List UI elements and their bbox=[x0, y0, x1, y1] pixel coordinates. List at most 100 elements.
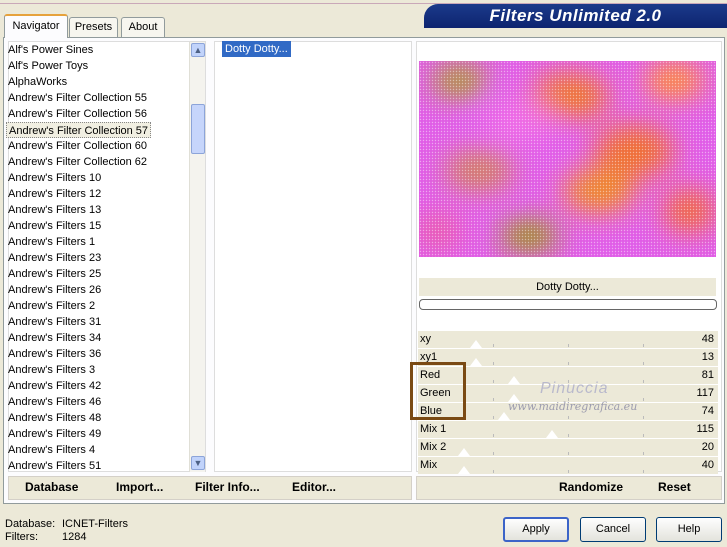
param-value: 40 bbox=[701, 459, 714, 471]
slider-tick bbox=[643, 416, 644, 419]
slider-knob[interactable] bbox=[458, 466, 470, 474]
param-slider[interactable]: Mix 40 bbox=[418, 457, 718, 474]
category-item[interactable]: Andrew's Filter Collection 56 bbox=[8, 106, 147, 122]
slider-tick bbox=[643, 362, 644, 365]
category-item[interactable]: Alf's Power Toys bbox=[8, 58, 88, 74]
category-item[interactable]: Andrew's Filter Collection 55 bbox=[8, 90, 147, 106]
param-slider[interactable]: Mix 1 115 bbox=[418, 421, 718, 438]
category-item[interactable]: AlphaWorks bbox=[8, 74, 67, 90]
param-slider[interactable]: xy 48 bbox=[418, 331, 718, 348]
category-item[interactable]: Andrew's Filters 4 bbox=[8, 442, 95, 458]
param-value: 74 bbox=[701, 405, 714, 417]
category-item[interactable]: Andrew's Filters 1 bbox=[8, 234, 95, 250]
database-button[interactable]: Database bbox=[25, 480, 78, 494]
slider-tick bbox=[493, 362, 494, 365]
category-item[interactable]: Andrew's Filters 10 bbox=[8, 170, 101, 186]
watermark-name: Pinuccia bbox=[540, 380, 609, 397]
slider-knob[interactable] bbox=[508, 376, 520, 384]
import-button[interactable]: Import... bbox=[116, 480, 163, 494]
category-item[interactable]: Andrew's Filters 2 bbox=[8, 298, 95, 314]
cancel-button[interactable]: Cancel bbox=[580, 517, 646, 542]
slider-tick bbox=[643, 398, 644, 401]
slider-tick bbox=[493, 416, 494, 419]
category-item[interactable]: Andrew's Filters 42 bbox=[8, 378, 101, 394]
category-item[interactable]: Andrew's Filters 36 bbox=[8, 346, 101, 362]
param-label: Mix 1 bbox=[420, 423, 447, 435]
category-scrollbar[interactable]: ▲ ▼ bbox=[189, 42, 205, 472]
category-item[interactable]: Andrew's Filters 49 bbox=[8, 426, 101, 442]
tab-presets[interactable]: Presets bbox=[69, 17, 118, 37]
slider-knob[interactable] bbox=[470, 358, 482, 366]
watermark-url: www.maidiregrafica.eu bbox=[508, 400, 638, 413]
slider-tick bbox=[643, 452, 644, 455]
param-value: 81 bbox=[701, 369, 714, 381]
category-item[interactable]: Andrew's Filters 15 bbox=[8, 218, 101, 234]
param-slider[interactable]: Mix 2 20 bbox=[418, 439, 718, 456]
category-item[interactable]: Andrew's Filters 12 bbox=[8, 186, 101, 202]
slider-tick bbox=[493, 380, 494, 383]
slider-knob[interactable] bbox=[498, 412, 510, 420]
apply-button[interactable]: Apply bbox=[503, 517, 569, 542]
slider-tick bbox=[493, 398, 494, 401]
randomize-button[interactable]: Randomize bbox=[559, 480, 623, 494]
param-value: 117 bbox=[696, 387, 714, 399]
highlight-box bbox=[410, 362, 466, 420]
slider-tick bbox=[568, 416, 569, 419]
scroll-thumb[interactable] bbox=[191, 104, 205, 154]
scroll-down-icon[interactable]: ▼ bbox=[191, 456, 205, 470]
filter-info-button[interactable]: Filter Info... bbox=[195, 480, 260, 494]
category-item[interactable]: Andrew's Filters 46 bbox=[8, 394, 101, 410]
param-value: 48 bbox=[701, 333, 714, 345]
slider-tick bbox=[643, 380, 644, 383]
category-item[interactable]: Andrew's Filters 51 bbox=[8, 458, 101, 474]
slider-knob[interactable] bbox=[458, 448, 470, 456]
param-label: Mix bbox=[420, 459, 438, 471]
category-item[interactable]: Andrew's Filters 48 bbox=[8, 410, 101, 426]
slider-knob[interactable] bbox=[470, 340, 482, 348]
progress-bar bbox=[419, 299, 717, 310]
category-item[interactable]: Andrew's Filters 25 bbox=[8, 266, 101, 282]
category-item[interactable]: Andrew's Filter Collection 60 bbox=[8, 138, 147, 154]
category-item[interactable]: Andrew's Filters 31 bbox=[8, 314, 101, 330]
category-item[interactable]: Andrew's Filters 13 bbox=[8, 202, 101, 218]
slider-tick bbox=[643, 434, 644, 437]
slider-tick bbox=[643, 344, 644, 347]
slider-tick bbox=[493, 452, 494, 455]
category-item[interactable]: Andrew's Filter Collection 57 bbox=[6, 122, 152, 138]
category-item[interactable]: Andrew's Filters 3 bbox=[8, 362, 95, 378]
category-item[interactable]: Andrew's Filters 26 bbox=[8, 282, 101, 298]
tab-navigator[interactable]: Navigator bbox=[4, 14, 68, 38]
status-database-label: Database: bbox=[5, 518, 56, 530]
preview-image bbox=[419, 61, 716, 257]
tab-about[interactable]: About bbox=[121, 17, 165, 37]
slider-tick bbox=[643, 470, 644, 473]
app-title-banner: Filters Unlimited 2.0 bbox=[424, 4, 727, 28]
status-database-value: ICNET-Filters bbox=[62, 518, 128, 530]
help-button[interactable]: Help bbox=[656, 517, 722, 542]
category-item[interactable]: Andrew's Filters 34 bbox=[8, 330, 101, 346]
category-item[interactable]: Andrew's Filters 23 bbox=[8, 250, 101, 266]
category-item[interactable]: Alf's Power Sines bbox=[8, 42, 93, 58]
scroll-up-icon[interactable]: ▲ bbox=[191, 43, 205, 57]
slider-knob[interactable] bbox=[546, 430, 558, 438]
slider-tick bbox=[493, 344, 494, 347]
reset-button[interactable]: Reset bbox=[658, 480, 691, 494]
param-label: xy bbox=[420, 333, 431, 345]
category-item[interactable]: Andrew's Filter Collection 62 bbox=[8, 154, 147, 170]
status-filters-value: 1284 bbox=[62, 531, 87, 543]
slider-tick bbox=[493, 470, 494, 473]
param-value: 20 bbox=[701, 441, 714, 453]
editor-button[interactable]: Editor... bbox=[292, 480, 336, 494]
param-label: Mix 2 bbox=[420, 441, 447, 453]
filter-item-selected[interactable]: Dotty Dotty... bbox=[222, 41, 291, 57]
slider-tick bbox=[568, 344, 569, 347]
filter-list[interactable] bbox=[214, 41, 412, 472]
param-value: 115 bbox=[696, 423, 714, 435]
status-filters-label: Filters: bbox=[5, 531, 38, 543]
slider-tick bbox=[568, 470, 569, 473]
slider-tick bbox=[568, 362, 569, 365]
preview-filter-name: Dotty Dotty... bbox=[419, 278, 716, 296]
slider-tick bbox=[568, 452, 569, 455]
slider-tick bbox=[493, 434, 494, 437]
param-value: 13 bbox=[701, 351, 714, 363]
